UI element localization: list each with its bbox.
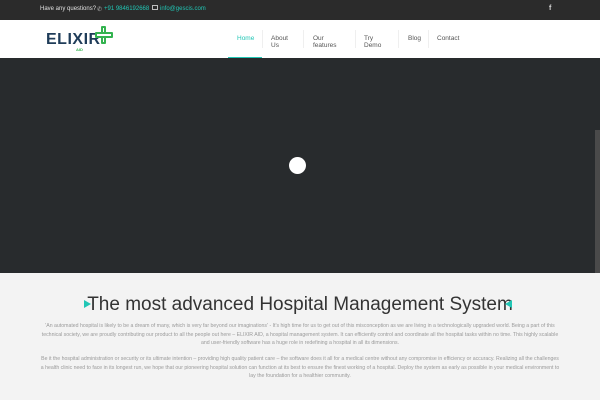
phone-link[interactable]: +91 9846192668 [104,6,149,12]
intro-paragraph: 'An automated hospital is likely to be a… [41,323,559,347]
menu-divider [398,30,399,48]
menu-item-features[interactable]: Our features [313,35,337,49]
menu-divider [355,30,356,48]
email-link[interactable]: info@gescis.com [160,6,206,12]
menu-divider [303,30,304,48]
phone-icon: ✆ [97,7,103,13]
logo-text: ELIXIR [46,31,101,48]
loading-spinner [289,157,306,174]
menu-item-blog[interactable]: Blog [408,35,421,42]
navbar: ELIXIR AID Home About Us Our features Tr… [0,20,600,58]
logo[interactable]: ELIXIR AID [46,26,116,54]
menu-item-home[interactable]: Home [237,35,254,42]
intro-paragraph: Be it the hospital administration or sec… [40,356,560,380]
menu-item-contact[interactable]: Contact [437,35,459,42]
menu-divider [428,30,429,48]
menu-divider [262,30,263,48]
facebook-icon[interactable]: f [549,5,551,12]
menu-item-about[interactable]: About Us [271,35,288,49]
logo-cross-icon [95,26,113,44]
arrow-left-icon [505,300,512,308]
logo-subtext: AID [76,47,83,52]
questions-text: Have any questions? [40,6,97,12]
email-icon [152,5,158,10]
menu-item-demo[interactable]: Try Demo [364,35,381,49]
top-bar: Have any questions? ✆ +91 9846192668 inf… [0,0,600,20]
